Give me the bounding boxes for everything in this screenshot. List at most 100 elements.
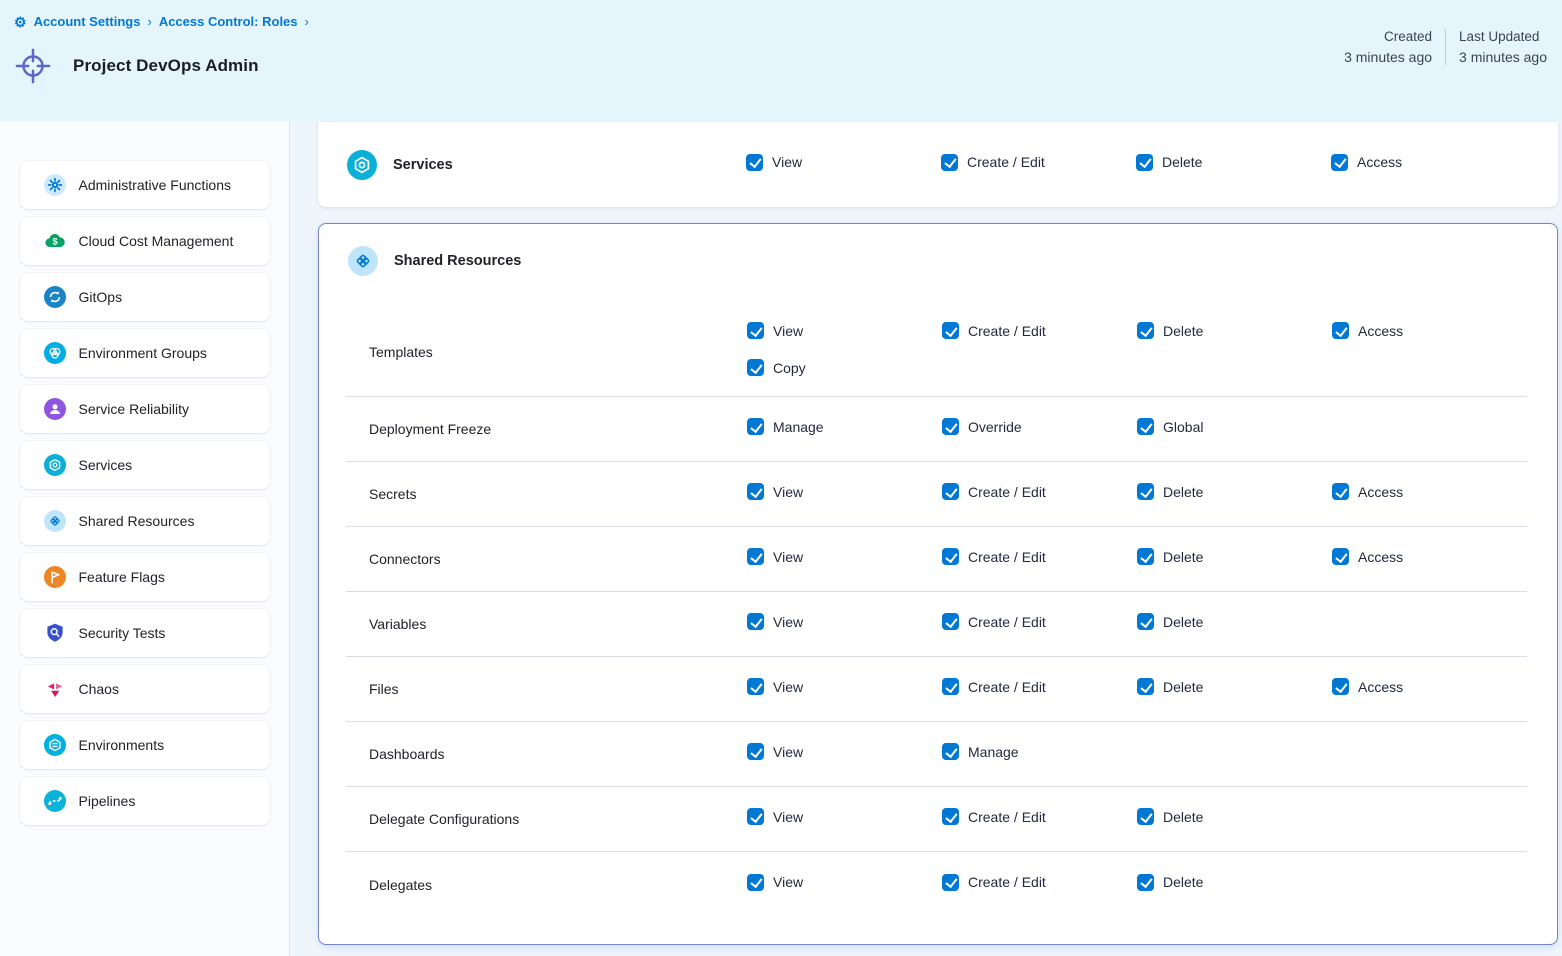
checkbox-checked-icon[interactable] — [1137, 483, 1154, 500]
permission-cell: Create / Edit — [942, 483, 1137, 505]
checkbox-checked-icon[interactable] — [1332, 548, 1349, 565]
permission-delete[interactable]: Delete — [1137, 678, 1203, 695]
permission-delete[interactable]: Delete — [1137, 613, 1203, 630]
permission-delete[interactable]: Delete — [1136, 154, 1202, 171]
checkbox-checked-icon[interactable] — [746, 154, 763, 171]
checkbox-checked-icon[interactable] — [942, 322, 959, 339]
checkbox-checked-icon[interactable] — [1137, 808, 1154, 825]
sidebar-item-administrative-functions[interactable]: Administrative Functions — [20, 161, 270, 209]
checkbox-checked-icon[interactable] — [747, 418, 764, 435]
permission-view[interactable]: View — [747, 548, 803, 565]
checkbox-checked-icon[interactable] — [747, 613, 764, 630]
checkbox-checked-icon[interactable] — [942, 483, 959, 500]
sidebar-item-cloud-cost-management[interactable]: $Cloud Cost Management — [20, 217, 270, 265]
permission-view[interactable]: View — [746, 154, 802, 171]
cloud-dollar-icon: $ — [44, 230, 66, 252]
checkbox-checked-icon[interactable] — [1137, 613, 1154, 630]
checkbox-checked-icon[interactable] — [942, 743, 959, 760]
permission-copy[interactable]: Copy — [747, 359, 806, 376]
permission-label: Access — [1358, 549, 1403, 565]
checkbox-checked-icon[interactable] — [942, 418, 959, 435]
checkbox-checked-icon[interactable] — [941, 154, 958, 171]
permission-create-edit[interactable]: Create / Edit — [942, 808, 1046, 825]
sidebar-item-service-reliability[interactable]: Service Reliability — [20, 385, 270, 433]
permission-delete[interactable]: Delete — [1137, 483, 1203, 500]
permission-access[interactable]: Access — [1332, 322, 1403, 339]
permission-manage[interactable]: Manage — [747, 418, 824, 435]
permission-manage[interactable]: Manage — [942, 743, 1019, 760]
checkbox-checked-icon[interactable] — [1137, 874, 1154, 891]
sidebar-item-shared-resources[interactable]: Shared Resources — [20, 497, 270, 545]
permission-override[interactable]: Override — [942, 418, 1022, 435]
gear-icon — [44, 174, 66, 196]
permission-delete[interactable]: Delete — [1137, 808, 1203, 825]
service-reliability-icon — [44, 398, 66, 420]
checkbox-checked-icon[interactable] — [1137, 678, 1154, 695]
permission-view[interactable]: View — [747, 808, 803, 825]
checkbox-checked-icon[interactable] — [747, 359, 764, 376]
checkbox-checked-icon[interactable] — [747, 743, 764, 760]
sidebar-item-environments[interactable]: Environments — [20, 721, 270, 769]
checkbox-checked-icon[interactable] — [1137, 548, 1154, 565]
checkbox-checked-icon[interactable] — [1331, 154, 1348, 171]
permission-access[interactable]: Access — [1331, 154, 1402, 171]
last-updated-value: 3 minutes ago — [1459, 49, 1547, 65]
breadcrumb-link-account-settings[interactable]: Account Settings — [34, 14, 141, 29]
checkbox-checked-icon[interactable] — [1137, 418, 1154, 435]
checkbox-checked-icon[interactable] — [1332, 322, 1349, 339]
checkbox-checked-icon[interactable] — [1136, 154, 1153, 171]
permission-create-edit[interactable]: Create / Edit — [942, 322, 1046, 339]
meta-divider — [1445, 29, 1446, 65]
sidebar-item-environment-groups[interactable]: Environment Groups — [20, 329, 270, 377]
permission-create-edit[interactable]: Create / Edit — [942, 483, 1046, 500]
sidebar-item-pipelines[interactable]: Pipelines — [20, 777, 270, 825]
sidebar-item-gitops[interactable]: GitOps — [20, 273, 270, 321]
sidebar-item-security-tests[interactable]: Security Tests — [20, 609, 270, 657]
breadcrumb-link-access-control-roles[interactable]: Access Control: Roles — [159, 14, 298, 29]
permission-delete[interactable]: Delete — [1137, 548, 1203, 565]
permission-view[interactable]: View — [747, 743, 803, 760]
permission-label: Create / Edit — [968, 549, 1046, 565]
breadcrumb: ⚙ Account Settings › Access Control: Rol… — [14, 12, 1547, 31]
permission-create-edit[interactable]: Create / Edit — [942, 678, 1046, 695]
permission-view[interactable]: View — [747, 613, 803, 630]
checkbox-checked-icon[interactable] — [942, 613, 959, 630]
checkbox-checked-icon[interactable] — [942, 874, 959, 891]
permission-create-edit[interactable]: Create / Edit — [942, 613, 1046, 630]
permission-cell: Delete — [1137, 678, 1332, 700]
permission-label: Delete — [1163, 323, 1203, 339]
permission-view[interactable]: View — [747, 678, 803, 695]
permission-create-edit[interactable]: Create / Edit — [942, 874, 1046, 891]
checkbox-checked-icon[interactable] — [942, 678, 959, 695]
checkbox-checked-icon[interactable] — [942, 808, 959, 825]
checkbox-checked-icon[interactable] — [1332, 678, 1349, 695]
checkbox-checked-icon[interactable] — [747, 322, 764, 339]
permission-access[interactable]: Access — [1332, 678, 1403, 695]
checkbox-checked-icon[interactable] — [747, 548, 764, 565]
permission-view[interactable]: View — [747, 874, 803, 891]
permission-access[interactable]: Access — [1332, 483, 1403, 500]
checkbox-checked-icon[interactable] — [1332, 483, 1349, 500]
permission-access[interactable]: Access — [1332, 548, 1403, 565]
sidebar-item-chaos[interactable]: Chaos — [20, 665, 270, 713]
permission-label: View — [773, 549, 803, 565]
permission-delete[interactable]: Delete — [1137, 322, 1203, 339]
checkbox-checked-icon[interactable] — [747, 874, 764, 891]
permission-create-edit[interactable]: Create / Edit — [941, 154, 1045, 171]
checkbox-checked-icon[interactable] — [747, 808, 764, 825]
permission-global[interactable]: Global — [1137, 418, 1203, 435]
permission-cell: Copy — [747, 359, 942, 381]
sidebar-item-label: Administrative Functions — [79, 177, 232, 193]
checkbox-checked-icon[interactable] — [942, 548, 959, 565]
checkbox-checked-icon[interactable] — [747, 678, 764, 695]
checkbox-checked-icon[interactable] — [1137, 322, 1154, 339]
permission-view[interactable]: View — [747, 483, 803, 500]
breadcrumb-separator-icon: › — [305, 14, 309, 29]
permission-lines: Manage Override Global — [747, 403, 1332, 455]
sidebar-item-services[interactable]: Services — [20, 441, 270, 489]
permission-create-edit[interactable]: Create / Edit — [942, 548, 1046, 565]
checkbox-checked-icon[interactable] — [747, 483, 764, 500]
permission-delete[interactable]: Delete — [1137, 874, 1203, 891]
sidebar-item-feature-flags[interactable]: Feature Flags — [20, 553, 270, 601]
permission-view[interactable]: View — [747, 322, 803, 339]
